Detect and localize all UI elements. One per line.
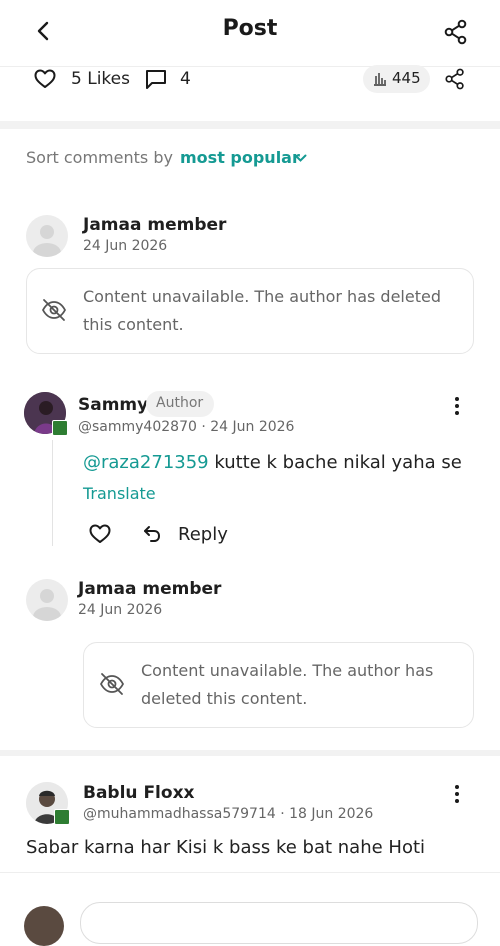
composer-divider <box>0 872 500 873</box>
country-flag-icon <box>54 809 70 825</box>
chevron-down-icon[interactable] <box>294 154 307 163</box>
user-placeholder-icon <box>33 589 61 621</box>
comment-date: 24 Jun 2026 <box>83 238 168 254</box>
share-icon <box>445 68 464 90</box>
eye-off-icon <box>99 672 125 696</box>
more-options-button[interactable] <box>449 396 465 416</box>
reply-icon[interactable] <box>142 524 162 544</box>
comments-button[interactable] <box>145 69 167 90</box>
deleted-content-text: Content unavailable. The author has dele… <box>83 287 441 334</box>
comment-body: Sabar karna har Kisi k bass ke bat nahe … <box>26 837 426 858</box>
comment-icon <box>146 70 166 89</box>
comments-count: 4 <box>180 69 191 89</box>
comment-author-name[interactable]: Jamaa member <box>83 215 226 235</box>
section-divider <box>0 121 500 129</box>
page-title: Post <box>222 16 278 41</box>
section-divider <box>0 750 500 756</box>
deleted-content-text: Content unavailable. The author has dele… <box>141 661 434 708</box>
comment-author-name[interactable]: Jamaa member <box>78 579 221 599</box>
like-button[interactable] <box>34 69 56 89</box>
sort-label: Sort comments by <box>26 148 173 167</box>
comment-handle-date: @sammy402870 · 24 Jun 2026 <box>78 419 295 435</box>
mention-link[interactable]: @raza271359 <box>83 452 209 473</box>
header-divider <box>0 66 500 67</box>
comment-text: kutte k bache nikal yaha se <box>208 452 462 473</box>
comment-author-name[interactable]: Sammy <box>78 395 148 415</box>
views-count: 445 <box>392 69 421 87</box>
avatar[interactable] <box>26 579 68 621</box>
translate-link[interactable]: Translate <box>83 484 156 503</box>
likes-count[interactable]: 5 Likes <box>71 69 130 89</box>
share-post-button[interactable] <box>444 68 466 90</box>
share-button[interactable] <box>443 19 469 45</box>
kebab-menu-icon <box>455 397 459 415</box>
eye-off-icon <box>41 298 67 322</box>
country-flag-icon <box>52 420 68 436</box>
comment-body: @raza271359 kutte k bache nikal yaha se <box>83 452 462 473</box>
like-comment-button[interactable] <box>89 524 111 544</box>
heart-icon <box>34 69 56 88</box>
comment-input[interactable] <box>80 902 478 944</box>
share-icon <box>444 19 467 45</box>
author-badge-label: Author <box>156 395 204 411</box>
comment-author-name[interactable]: Bablu Floxx <box>83 783 195 803</box>
kebab-menu-icon <box>455 785 459 803</box>
thread-line <box>52 440 53 546</box>
my-avatar <box>24 906 64 946</box>
comment-handle-date: @muhammadhassa579714 · 18 Jun 2026 <box>83 806 374 822</box>
views-icon <box>373 72 387 86</box>
comment-date: 24 Jun 2026 <box>78 602 163 618</box>
avatar[interactable] <box>26 215 68 257</box>
more-options-button[interactable] <box>449 784 465 804</box>
reply-button[interactable]: Reply <box>178 524 228 545</box>
heart-icon <box>89 524 111 543</box>
user-placeholder-icon <box>33 225 61 257</box>
sort-dropdown[interactable]: most popular <box>180 148 300 167</box>
